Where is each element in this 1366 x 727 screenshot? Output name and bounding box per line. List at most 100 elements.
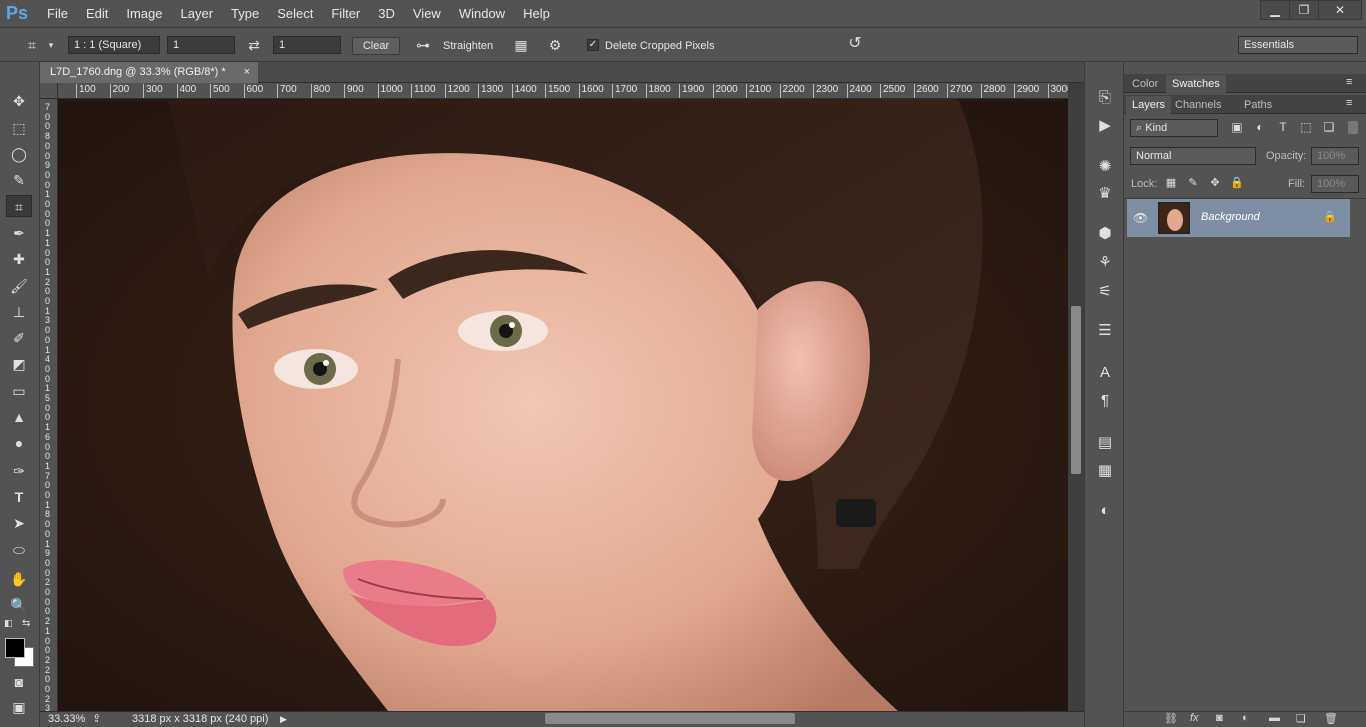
tab-paths[interactable]: Paths	[1238, 96, 1278, 114]
menu-layer[interactable]: Layer	[172, 0, 223, 28]
mask-icon[interactable]: ◙	[1216, 712, 1223, 724]
horizontal-ruler[interactable]: 100 200 300 400 500 600 700 800 900 1000 1100 1200 1…	[58, 83, 1068, 99]
quick-select-tool-icon[interactable]: ✎	[6, 169, 32, 191]
straighten-label[interactable]: Straighten	[443, 38, 493, 54]
info-icon[interactable]: ▦	[1094, 460, 1116, 482]
pen-tool-icon[interactable]: ✑	[6, 460, 32, 482]
layer-row[interactable]: 👁 Background 🔒	[1127, 199, 1350, 237]
export-icon[interactable]: ⇪	[92, 712, 101, 727]
actions-play-icon[interactable]: ▶	[1094, 115, 1116, 137]
brush-tool-icon[interactable]: 🖌	[6, 275, 32, 297]
link-icon[interactable]: ⛓	[1164, 712, 1178, 725]
clear-button[interactable]: Clear	[352, 37, 400, 55]
zoom-level[interactable]: 33.33%	[48, 712, 85, 727]
filter-shape-icon[interactable]: ⬚	[1297, 118, 1315, 136]
layer-name[interactable]: Background	[1201, 211, 1260, 223]
filter-adjustment-icon[interactable]: ◐	[1251, 118, 1269, 136]
brush-settings-icon[interactable]: ✺	[1094, 156, 1116, 178]
history-brush-icon[interactable]: ✐	[6, 327, 32, 349]
filter-smart-object-icon[interactable]: ❏	[1320, 118, 1338, 136]
blend-mode-select[interactable]: Normal	[1130, 147, 1256, 165]
new-layer-icon[interactable]: ❏	[1296, 712, 1306, 725]
opacity-input[interactable]: 100%	[1311, 147, 1359, 165]
swap-icon[interactable]: ⇄	[242, 36, 266, 54]
ratio-select[interactable]: 1 : 1 (Square)	[68, 36, 160, 54]
hand-tool-icon[interactable]: ✋	[6, 568, 32, 590]
document-canvas[interactable]	[58, 99, 1068, 711]
menu-help[interactable]: Help	[514, 0, 559, 28]
type-tool-icon[interactable]: T	[6, 486, 32, 508]
tab-channels[interactable]: Channels	[1169, 96, 1227, 114]
lock-position-icon[interactable]: ✥	[1206, 174, 1224, 192]
filter-kind-select[interactable]: ⌕ Kind	[1130, 119, 1218, 137]
status-menu-arrow-icon[interactable]: ▶	[280, 712, 287, 727]
lock-pixels-icon[interactable]: ✎	[1184, 174, 1202, 192]
default-colors-icon[interactable]: ◧	[4, 618, 16, 628]
screen-mode-icon[interactable]: ▣	[6, 696, 32, 718]
lasso-tool-icon[interactable]: ◯	[6, 143, 32, 165]
crop-tool-icon[interactable]: ⌗	[22, 36, 42, 54]
filter-type-icon[interactable]: T	[1274, 118, 1292, 136]
move-tool-icon[interactable]: ✥	[6, 90, 32, 112]
dodge-tool-icon[interactable]: ●	[6, 432, 32, 454]
tab-layers[interactable]: Layers	[1126, 96, 1172, 114]
fx-icon[interactable]: fx	[1190, 712, 1199, 724]
history-icon[interactable]: ⎘	[1094, 87, 1116, 109]
vertical-scroll-thumb[interactable]	[1071, 306, 1081, 474]
panel-menu-icon[interactable]: ≡	[1346, 76, 1352, 88]
blur-tool-icon[interactable]: ▲	[6, 406, 32, 428]
foreground-color-swatch[interactable]	[5, 638, 25, 658]
ellipse-tool-icon[interactable]: ⬭	[6, 539, 32, 561]
healing-tool-icon[interactable]: ✚	[6, 248, 32, 270]
eraser-tool-icon[interactable]: ◩	[6, 353, 32, 375]
filter-pixel-icon[interactable]: ▣	[1228, 118, 1246, 136]
menu-type[interactable]: Type	[222, 0, 268, 28]
horizontal-scroll-thumb[interactable]	[545, 713, 795, 724]
fill-input[interactable]: 100%	[1311, 175, 1359, 193]
eyedropper-tool-icon[interactable]: ✒	[6, 222, 32, 244]
menu-select[interactable]: Select	[268, 0, 322, 28]
document-tab[interactable]: L7D_1760.dng @ 33.3% (RGB/8*) * ×	[40, 62, 258, 83]
menu-3d[interactable]: 3D	[369, 0, 404, 28]
menu-filter[interactable]: Filter	[322, 0, 369, 28]
close-tab-icon[interactable]: ×	[244, 62, 250, 83]
navigator-icon[interactable]: ◐	[1094, 500, 1116, 522]
paragraph-icon[interactable]: ¶	[1094, 390, 1116, 412]
ratio-width-input[interactable]: 1	[167, 36, 235, 54]
reset-icon[interactable]: ↺	[844, 35, 866, 53]
menu-view[interactable]: View	[404, 0, 450, 28]
menu-image[interactable]: Image	[117, 0, 171, 28]
layers-panel-menu-icon[interactable]: ≡	[1346, 97, 1352, 109]
delete-cropped-checkbox[interactable]: ✓	[587, 39, 599, 51]
menu-edit[interactable]: Edit	[77, 0, 117, 28]
tool-preset-dropdown-icon[interactable]: ▾	[44, 36, 58, 54]
adjustments-icon[interactable]: ⚟	[1094, 281, 1116, 303]
gear-icon[interactable]: ⚙	[544, 36, 566, 54]
marquee-tool-icon[interactable]: ⬚	[6, 117, 32, 139]
filter-toggle[interactable]	[1348, 121, 1358, 134]
swap-colors-icon[interactable]: ⇆	[22, 618, 34, 629]
menu-file[interactable]: File	[38, 0, 77, 28]
folder-icon[interactable]: ▬	[1269, 712, 1280, 724]
gradient-tool-icon[interactable]: ▭	[6, 380, 32, 402]
close-button[interactable]: ✕	[1318, 0, 1362, 20]
notes-icon[interactable]: ▤	[1094, 432, 1116, 454]
restore-button[interactable]: ❐	[1289, 0, 1319, 20]
lock-transparent-icon[interactable]: ▦	[1162, 174, 1180, 192]
workspace-select[interactable]: Essentials	[1238, 36, 1358, 54]
lock-all-icon[interactable]: 🔒	[1228, 174, 1246, 192]
tab-swatches[interactable]: Swatches	[1166, 75, 1226, 93]
minimize-button[interactable]: ▁	[1260, 0, 1290, 20]
quick-mask-icon[interactable]: ◙	[6, 671, 32, 693]
trash-icon[interactable]: 🗑	[1324, 712, 1338, 725]
character-icon[interactable]: A	[1094, 362, 1116, 384]
stamp-tool-icon[interactable]: ⊥	[6, 301, 32, 323]
straighten-icon[interactable]: ⊶	[411, 36, 435, 54]
crop-tool-icon-active[interactable]: ⌗	[6, 195, 32, 217]
path-select-tool-icon[interactable]: ➤	[6, 512, 32, 534]
tab-color[interactable]: Color	[1126, 75, 1164, 93]
vertical-ruler[interactable]: 7008009001000110012001300140015001600170…	[40, 99, 58, 711]
zoom-tool-icon[interactable]: 🔍	[6, 594, 32, 616]
overlay-grid-icon[interactable]: ▦	[510, 36, 532, 54]
menu-window[interactable]: Window	[450, 0, 514, 28]
